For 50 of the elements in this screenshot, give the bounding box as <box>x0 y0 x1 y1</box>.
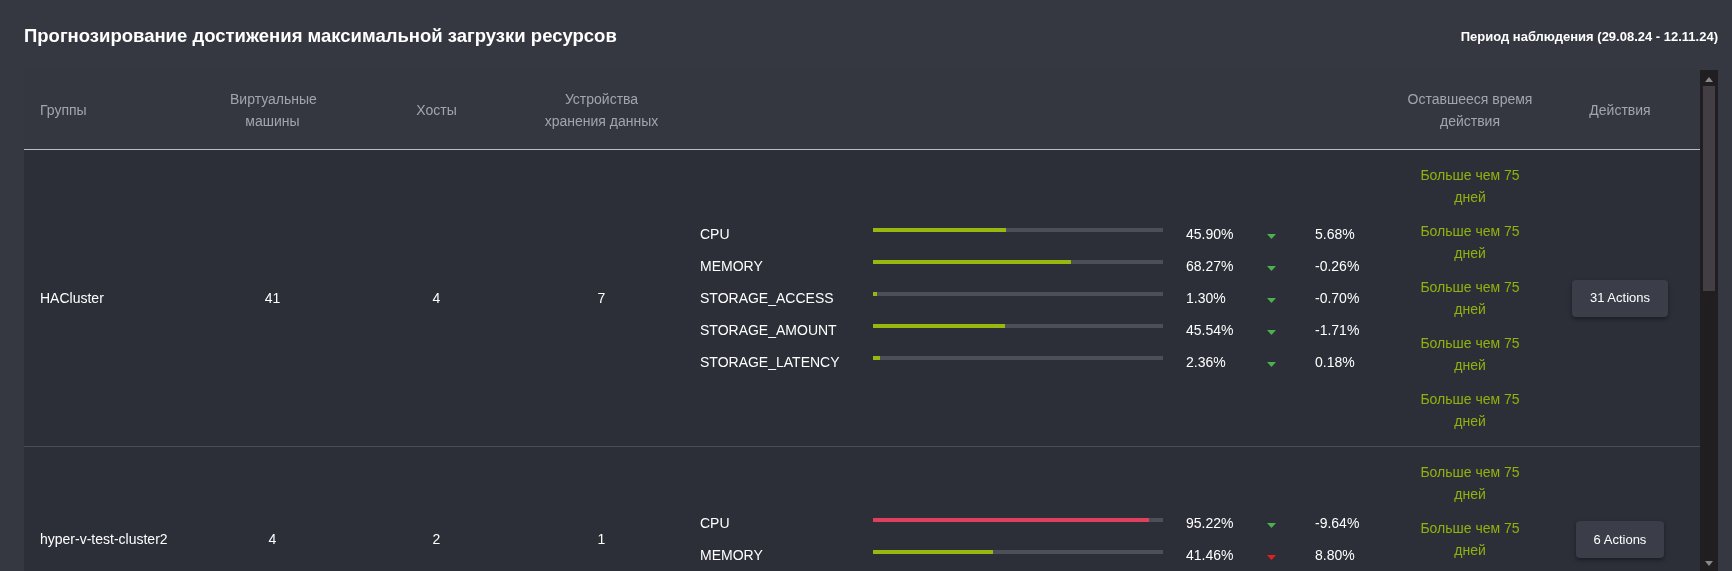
usage-value: 95.22% <box>1186 514 1235 533</box>
actions-button[interactable]: 31 Actions <box>1572 279 1668 317</box>
page-title: Прогнозирование достижения максимальной загрузки ресурсов <box>24 24 617 48</box>
metric-name: MEMORY <box>700 546 764 565</box>
remaining-time: Больше чем 75 дней <box>1419 222 1521 263</box>
usage-change: -9.64% <box>1315 514 1360 533</box>
remaining-time: Больше чем 75 дней <box>1419 519 1521 560</box>
metric-name: MEMORY <box>700 256 764 276</box>
remaining-time: Больше чем 75 дней <box>1419 390 1521 431</box>
remaining-time: Больше чем 75 дней <box>1419 166 1521 207</box>
column-header: Группы <box>39 100 88 120</box>
column-header: Устройства хранения данных <box>543 89 660 131</box>
group-name: hyper-v-test-cluster2 <box>39 530 169 549</box>
actions-button[interactable]: 6 Actions <box>1575 521 1665 558</box>
metric-name: STORAGE_AMOUNT <box>700 320 838 340</box>
host-count: 2 <box>431 530 442 549</box>
scroll-up-icon[interactable] <box>1705 77 1713 82</box>
host-count: 4 <box>431 288 442 308</box>
usage-value: 45.90% <box>1186 224 1235 244</box>
usage-value: 45.54% <box>1186 320 1235 340</box>
scrollbar-thumb[interactable] <box>1703 86 1715 291</box>
column-header: Хосты <box>415 100 458 120</box>
scrollbar[interactable] <box>1700 70 1718 571</box>
usage-value: 2.36% <box>1186 352 1227 372</box>
usage-change: -0.70% <box>1315 288 1360 308</box>
metric-name: STORAGE_ACCESS <box>700 288 835 308</box>
scroll-down-icon[interactable] <box>1705 561 1713 566</box>
usage-change: -1.71% <box>1315 320 1360 340</box>
usage-value: 41.46% <box>1186 546 1235 565</box>
storage-count: 7 <box>596 288 607 308</box>
usage-change: 0.18% <box>1315 352 1355 372</box>
usage-change: -0.26% <box>1315 256 1360 276</box>
column-header: Виртуальные машины <box>229 89 318 131</box>
column-header: Оставшееся время действия <box>1406 89 1534 131</box>
remaining-time: Больше чем 75 дней <box>1419 278 1521 319</box>
vm-count: 4 <box>267 530 278 549</box>
usage-change: 8.80% <box>1315 546 1355 565</box>
usage-value: 68.27% <box>1186 256 1235 276</box>
metric-name: CPU <box>700 224 731 244</box>
remaining-time: Больше чем 75 дней <box>1419 334 1521 375</box>
metric-name: STORAGE_LATENCY <box>700 352 841 372</box>
observation-period: Период наблюдения (29.08.24 - 12.11.24) <box>1460 28 1718 46</box>
vm-count: 41 <box>263 288 282 308</box>
group-name: HACluster <box>39 288 105 308</box>
storage-count: 1 <box>596 530 607 549</box>
column-header: Действия <box>1588 100 1652 120</box>
usage-change: 5.68% <box>1315 224 1355 244</box>
metric-name: CPU <box>700 514 731 533</box>
remaining-time: Больше чем 75 дней <box>1419 463 1521 504</box>
usage-value: 1.30% <box>1186 288 1227 308</box>
